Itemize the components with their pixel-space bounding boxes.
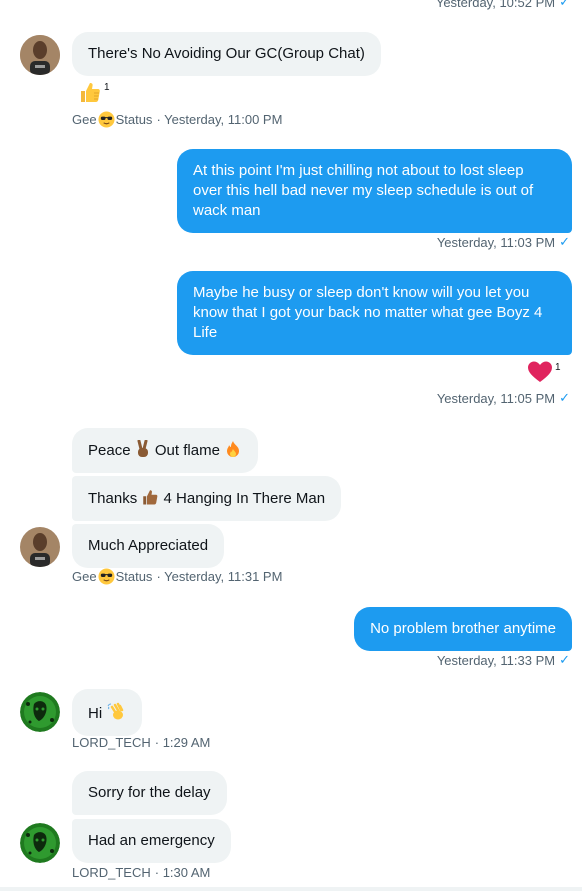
incoming-message-bubble[interactable]: Had an emergency: [72, 819, 231, 863]
sender-name[interactable]: LORD_TECH: [72, 735, 151, 750]
read-check-icon: ✓: [559, 652, 570, 667]
reaction-count: 1: [104, 82, 110, 93]
read-check-icon: ✓: [559, 234, 570, 249]
sunglasses-icon: [98, 111, 115, 128]
composer-divider: [0, 887, 582, 891]
outgoing-message-bubble[interactable]: At this point I'm just chilling not abou…: [177, 149, 572, 233]
message-text: Hi: [88, 705, 103, 722]
message-text: No problem brother anytime: [370, 620, 556, 637]
reaction-thumbs-up[interactable]: 1: [78, 80, 110, 104]
timestamp-text: · Yesterday, 11:31 PM: [156, 569, 283, 584]
incoming-message-bubble[interactable]: Thanks 4 Hanging In There Man: [72, 476, 342, 521]
reaction-count: 1: [555, 362, 561, 373]
thumbs-up-icon: [81, 83, 100, 102]
sender-name[interactable]: Gee: [72, 112, 97, 127]
reaction-heart[interactable]: 1: [527, 360, 561, 384]
sender-name-suffix[interactable]: Status: [116, 569, 153, 584]
timestamp-text: · 1:30 AM: [154, 865, 211, 880]
incoming-message-bubble[interactable]: Much Appreciated: [72, 524, 225, 568]
outgoing-message-bubble[interactable]: No problem brother anytime: [354, 607, 572, 651]
message-meta: Gee Status · Yesterday, 11:00 PM: [72, 111, 282, 128]
sender-name-suffix[interactable]: Status: [116, 112, 153, 127]
message-meta: Yesterday, 11:03 PM ✓: [437, 234, 570, 250]
thumbs-up-icon: [143, 490, 158, 505]
sender-name[interactable]: LORD_TECH: [72, 865, 151, 880]
fire-icon: [227, 441, 240, 457]
message-meta: Yesterday, 11:05 PM ✓: [437, 390, 570, 406]
avatar-lord-tech-image: [20, 823, 60, 863]
timestamp-text: Yesterday, 10:52 PM: [435, 0, 556, 10]
message-text: Maybe he busy or sleep don't know will y…: [193, 284, 543, 341]
timestamp-text: Yesterday, 11:33 PM: [436, 652, 556, 668]
message-meta: LORD_TECH · 1:29 AM: [72, 735, 210, 750]
timestamp-text: Yesterday, 11:03 PM: [436, 234, 556, 250]
message-meta: Gee Status · Yesterday, 11:31 PM: [72, 568, 282, 585]
avatar-lord-tech[interactable]: [20, 692, 60, 732]
message-text: Sorry for the delay: [88, 784, 211, 801]
message-text: There's No Avoiding Our GC(Group Chat): [88, 45, 365, 62]
incoming-message-bubble[interactable]: There's No Avoiding Our GC(Group Chat): [72, 32, 381, 76]
message-text: 4 Hanging In There Man: [163, 490, 326, 507]
message-text: Much Appreciated: [88, 537, 209, 554]
timestamp-text: Yesterday, 11:05 PM: [436, 390, 556, 406]
message-text: At this point I'm just chilling not abou…: [193, 162, 534, 219]
timestamp-text: · Yesterday, 11:00 PM: [156, 112, 283, 127]
timestamp-text: · 1:29 AM: [154, 735, 211, 750]
message-text: Thanks: [88, 490, 138, 507]
read-check-icon: ✓: [559, 390, 570, 405]
waving-hand-icon: [107, 702, 124, 720]
message-meta: LORD_TECH · 1:30 AM: [72, 865, 210, 880]
message-timestamp-top: Yesterday, 10:52 PM ✓: [436, 0, 570, 10]
sender-name[interactable]: Gee: [72, 569, 97, 584]
message-text: Peace: [88, 442, 131, 459]
victory-hand-icon: [137, 440, 148, 457]
message-text: Had an emergency: [88, 832, 215, 849]
message-text: Out flame: [154, 442, 220, 459]
sunglasses-icon: [98, 568, 115, 585]
avatar-lord-tech-image: [20, 692, 60, 732]
avatar-gee[interactable]: [20, 527, 60, 567]
incoming-message-bubble[interactable]: Peace Out flame: [72, 428, 259, 473]
message-meta: Yesterday, 11:33 PM ✓: [437, 652, 570, 668]
incoming-message-bubble[interactable]: Hi: [72, 689, 143, 736]
avatar-gee-image: [20, 527, 60, 567]
incoming-message-bubble[interactable]: Sorry for the delay: [72, 771, 227, 815]
avatar-gee-image: [20, 35, 60, 75]
avatar-lord-tech[interactable]: [20, 823, 60, 863]
avatar-gee[interactable]: [20, 35, 60, 75]
red-heart-icon: [528, 361, 552, 382]
outgoing-message-bubble[interactable]: Maybe he busy or sleep don't know will y…: [177, 271, 572, 355]
read-check-icon: ✓: [559, 0, 570, 9]
